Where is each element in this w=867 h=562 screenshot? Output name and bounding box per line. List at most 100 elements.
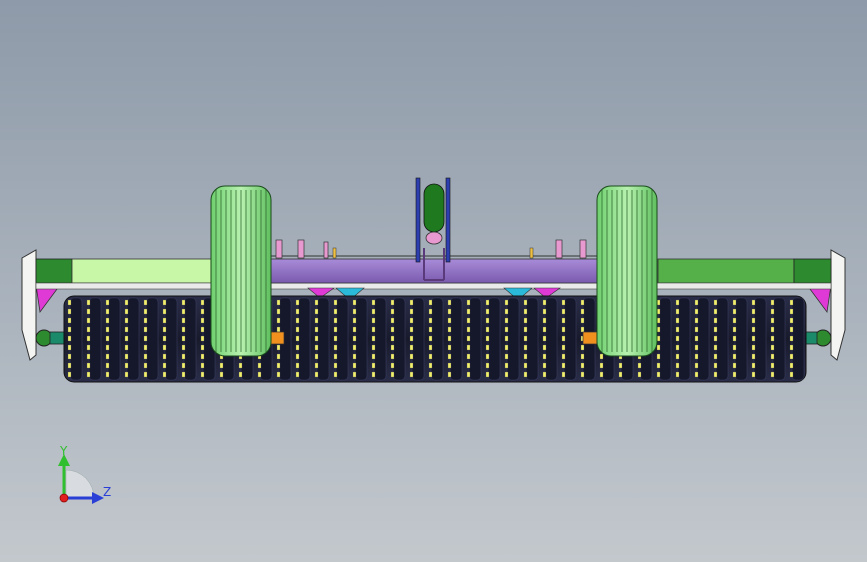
roller-tooth [371, 344, 376, 351]
roller-tooth [466, 371, 471, 378]
roller-tooth [732, 299, 737, 306]
roller-tooth [371, 308, 376, 315]
roller-tooth [770, 371, 775, 378]
roller-tooth [485, 371, 490, 378]
roller-tooth [694, 353, 699, 360]
roller-tooth [599, 362, 604, 369]
roller-tooth [124, 299, 129, 306]
roller-tooth [561, 344, 566, 351]
roller-tooth [295, 344, 300, 351]
roller-tooth [580, 308, 585, 315]
roller-tooth [181, 299, 186, 306]
roller-ring [753, 297, 767, 381]
roller-ring [316, 297, 330, 381]
orientation-triad[interactable]: Y Z [58, 444, 111, 504]
roller-tooth [276, 317, 281, 324]
roller-tooth [789, 317, 794, 324]
roller-tooth [333, 362, 338, 369]
roller-tooth [485, 335, 490, 342]
roller-tooth [86, 362, 91, 369]
roller-tooth [67, 299, 72, 306]
roller-tooth [143, 308, 148, 315]
roller-tooth [485, 344, 490, 351]
roller-tooth [789, 299, 794, 306]
implement-model[interactable] [21, 177, 846, 383]
roller-tooth [713, 308, 718, 315]
roller-tooth [105, 371, 110, 378]
roller-tooth [143, 353, 148, 360]
roller-ring [506, 297, 520, 381]
roller-tooth [181, 326, 186, 333]
left-transport-wheel[interactable] [210, 185, 272, 357]
roller-tooth [295, 335, 300, 342]
roller-tooth [447, 335, 452, 342]
roller-tooth [162, 308, 167, 315]
roller-tooth [333, 308, 338, 315]
roller-tooth [713, 344, 718, 351]
roller-tooth [86, 353, 91, 360]
roller-tooth [637, 371, 642, 378]
roller-tooth [675, 371, 680, 378]
roller-tooth [390, 317, 395, 324]
z-axis-label: Z [103, 485, 111, 499]
roller-ring [126, 297, 140, 381]
roller-ring [563, 297, 577, 381]
roller-tooth [789, 344, 794, 351]
roller-tooth [352, 326, 357, 333]
roller-tooth [181, 353, 186, 360]
roller-ring [335, 297, 349, 381]
x-axis-dot [59, 493, 69, 503]
roller-tooth [580, 344, 585, 351]
roller-tooth [751, 299, 756, 306]
roller-tooth [390, 299, 395, 306]
cad-viewport[interactable]: Y Z [0, 0, 867, 562]
roller-tooth [181, 335, 186, 342]
roller-tooth [238, 371, 243, 378]
roller-tooth [162, 371, 167, 378]
roller-tooth [580, 362, 585, 369]
roller-tooth [542, 344, 547, 351]
roller-tooth [675, 335, 680, 342]
roller-tooth [276, 344, 281, 351]
roller-tooth [447, 299, 452, 306]
roller-tooth [295, 299, 300, 306]
roller-ring [487, 297, 501, 381]
roller-tooth [466, 308, 471, 315]
roller-tooth [561, 326, 566, 333]
roller-tooth [770, 317, 775, 324]
roller-tooth [352, 353, 357, 360]
roller-tooth [580, 371, 585, 378]
roller-tooth [561, 353, 566, 360]
roller-tooth [751, 371, 756, 378]
roller-tooth [789, 362, 794, 369]
packer-roller[interactable] [63, 295, 807, 383]
center-beam[interactable] [269, 255, 601, 284]
roller-tooth [314, 344, 319, 351]
roller-tooth [352, 344, 357, 351]
roller-tooth [428, 344, 433, 351]
roller-tooth [466, 326, 471, 333]
roller-tooth [504, 335, 509, 342]
roller-tooth [314, 299, 319, 306]
roller-tooth [143, 362, 148, 369]
roller-tooth [276, 362, 281, 369]
roller-tooth [390, 335, 395, 342]
roller-tooth [447, 371, 452, 378]
right-transport-wheel[interactable] [596, 185, 658, 357]
roller-tooth [694, 299, 699, 306]
roller-tooth [124, 335, 129, 342]
roller-tooth [789, 371, 794, 378]
roller-tooth [428, 362, 433, 369]
roller-tooth [86, 317, 91, 324]
roller-tooth [333, 335, 338, 342]
roller-tooth [371, 353, 376, 360]
roller-tooth [86, 326, 91, 333]
roller-tooth [504, 326, 509, 333]
roller-tooth [314, 308, 319, 315]
roller-tooth [105, 353, 110, 360]
roller-tooth [694, 317, 699, 324]
roller-tooth [162, 317, 167, 324]
roller-tooth [485, 353, 490, 360]
roller-tooth [200, 362, 205, 369]
roller-ring [183, 297, 197, 381]
